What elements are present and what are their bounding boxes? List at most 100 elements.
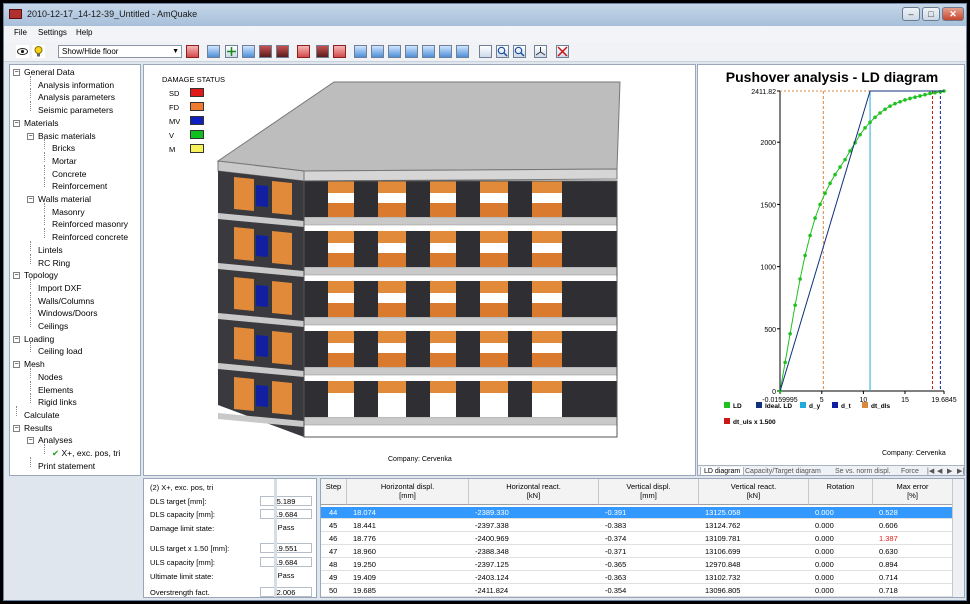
tree-expander-icon[interactable]: − xyxy=(13,119,20,127)
maximize-button[interactable]: □ xyxy=(922,7,940,21)
tree-item[interactable]: Results xyxy=(24,423,52,433)
tree-item[interactable]: Elements xyxy=(38,385,73,395)
table-cell: 0.000 xyxy=(815,521,834,530)
tree-item[interactable]: Mortar xyxy=(52,156,77,166)
delete-floor-icon[interactable] xyxy=(186,45,199,58)
tree-item[interactable]: Walls material xyxy=(38,194,91,204)
tree-expander-icon[interactable]: − xyxy=(27,437,34,445)
tree-item[interactable]: Reinforcement xyxy=(52,181,107,191)
tree-item[interactable]: Analysis information xyxy=(38,80,114,90)
table-scrollbar[interactable] xyxy=(952,479,964,597)
column-header[interactable]: Rotation xyxy=(809,479,873,505)
title-bar[interactable]: 2010-12-17_14-12-39_Untitled - AmQuake –… xyxy=(4,4,966,26)
wall-view-icon[interactable] xyxy=(259,45,272,58)
tree-expander-icon[interactable]: − xyxy=(13,272,20,280)
view-top-icon[interactable] xyxy=(422,45,435,58)
table-row[interactable]: 45 18.441 -2397.338 -0.383 13124.762 0.000 0.6… xyxy=(321,520,953,532)
column-header[interactable]: Vertical displ. [mm] xyxy=(599,479,699,505)
tree-item[interactable]: Ceiling load xyxy=(38,346,82,356)
3d-model-viewport[interactable]: DAMAGE STATUS SD FD MV V M Company: Cervenka xyxy=(143,64,696,476)
results-splitter[interactable] xyxy=(274,479,277,597)
tree-item[interactable]: Ceilings xyxy=(38,321,68,331)
column-header[interactable]: Horizontal displ. [mm] xyxy=(347,479,469,505)
tree-item[interactable]: Seismic parameters xyxy=(38,105,113,115)
table-cell: 0.630 xyxy=(879,547,898,556)
column-header[interactable]: Step xyxy=(321,479,347,505)
tree-item[interactable]: Reinforced masonry xyxy=(52,219,128,229)
column-header[interactable]: Max error [%] xyxy=(873,479,953,505)
axes-icon[interactable] xyxy=(534,45,547,58)
tab-last-button[interactable]: ▶| xyxy=(954,467,964,475)
zoom-out-icon[interactable] xyxy=(513,45,526,58)
tree-item[interactable]: Import DXF xyxy=(38,283,81,293)
column-header[interactable]: Horizontal react. [kN] xyxy=(469,479,599,505)
lightbulb-icon[interactable] xyxy=(32,45,45,58)
tab-ld-diagram[interactable]: LD diagram xyxy=(700,467,745,475)
tab-se-norm-displ[interactable]: Se vs. norm displ. xyxy=(832,467,894,475)
menu-file[interactable]: File xyxy=(14,28,27,37)
menu-help[interactable]: Help xyxy=(76,28,92,37)
tree-expander-icon[interactable]: − xyxy=(13,69,20,76)
tree-item[interactable]: Nodes xyxy=(38,372,63,382)
close-button[interactable]: ✕ xyxy=(942,7,964,21)
tree-item[interactable]: Basic materials xyxy=(38,131,96,141)
view-front-icon[interactable] xyxy=(354,45,367,58)
tree-item[interactable]: Rigid links xyxy=(38,397,77,407)
tree-item[interactable]: Print statement xyxy=(38,461,95,471)
view-left-icon[interactable] xyxy=(388,45,401,58)
solid-view-icon[interactable] xyxy=(316,45,329,58)
zoom-in-icon[interactable] xyxy=(496,45,509,58)
tree-item[interactable]: RC Ring xyxy=(38,258,70,268)
zoom-fit-icon[interactable] xyxy=(479,45,492,58)
tree-expander-icon[interactable]: − xyxy=(13,361,20,369)
damage-view-icon[interactable] xyxy=(333,45,346,58)
tab-force[interactable]: Force xyxy=(898,467,922,475)
floor-visibility-select[interactable]: Show/Hide floor ▼ xyxy=(58,45,182,58)
select-frame-icon[interactable] xyxy=(207,45,220,58)
grid-tool-icon[interactable] xyxy=(242,45,255,58)
result-value: 19.684 xyxy=(260,509,312,519)
column-header[interactable]: Vertical react. [kN] xyxy=(699,479,809,505)
table-row[interactable]: 50 19.685 -2411.824 -0.354 13096.805 0.000 0.7… xyxy=(321,585,953,597)
floor-view-icon[interactable] xyxy=(276,45,289,58)
eye-icon[interactable] xyxy=(16,45,29,58)
view-bottom-icon[interactable] xyxy=(439,45,452,58)
tree-item[interactable]: Masonry xyxy=(52,207,85,217)
table-row[interactable]: 47 18.960 -2388.348 -0.371 13106.699 0.000 0.6… xyxy=(321,546,953,558)
tree-item[interactable]: ✔ X+, exc. pos, tri xyxy=(52,448,120,459)
side-brick-pier xyxy=(234,327,254,361)
tree-expander-icon[interactable]: − xyxy=(27,196,34,203)
tab-capacity-target-diagram[interactable]: Capacity/Target diagram xyxy=(742,467,824,475)
front-wall-pier xyxy=(304,181,328,217)
table-row[interactable]: 46 18.776 -2400.969 -0.374 13109.781 0.000 1.3… xyxy=(321,533,953,545)
view-right-icon[interactable] xyxy=(405,45,418,58)
reset-view-icon[interactable] xyxy=(556,45,569,58)
tree-item[interactable]: Bricks xyxy=(52,143,75,153)
ld-data-point xyxy=(868,120,872,125)
tree-expander-icon[interactable]: − xyxy=(13,424,20,432)
tree-item[interactable]: Analysis parameters xyxy=(38,92,115,102)
tree-item[interactable]: Walls/Columns xyxy=(38,296,94,306)
tree-item[interactable]: Loading xyxy=(24,334,54,344)
minimize-button[interactable]: – xyxy=(902,7,920,21)
menu-settings[interactable]: Settings xyxy=(38,28,67,37)
opening-view-icon[interactable] xyxy=(297,45,310,58)
tree-item[interactable]: Materials xyxy=(24,118,58,128)
table-row[interactable]: 49 19.409 -2403.124 -0.363 13102.732 0.000 0.7… xyxy=(321,572,953,584)
tree-item[interactable]: Calculate xyxy=(24,410,59,420)
building-model[interactable] xyxy=(144,65,696,476)
tree-item[interactable]: General Data xyxy=(24,67,75,77)
node-tool-icon[interactable] xyxy=(225,45,238,58)
tree-item[interactable]: Reinforced concrete xyxy=(52,232,128,242)
tree-item[interactable]: Lintels xyxy=(38,245,63,255)
tree-expander-icon[interactable]: − xyxy=(27,132,34,140)
side-brick-pier xyxy=(234,177,254,211)
tree-item[interactable]: Windows/Doors xyxy=(38,308,98,318)
view-back-icon[interactable] xyxy=(371,45,384,58)
tree-item[interactable]: Mesh xyxy=(24,359,45,369)
view-3d-icon[interactable] xyxy=(456,45,469,58)
table-row[interactable]: 48 19.250 -2397.125 -0.365 12970.848 0.000 0.8… xyxy=(321,559,953,571)
table-row[interactable]: 44 18.074 -2389.330 -0.391 13125.058 0.000 0.5… xyxy=(321,507,953,519)
tree-item[interactable]: Concrete xyxy=(52,169,87,179)
tree-expander-icon[interactable]: − xyxy=(13,335,20,343)
